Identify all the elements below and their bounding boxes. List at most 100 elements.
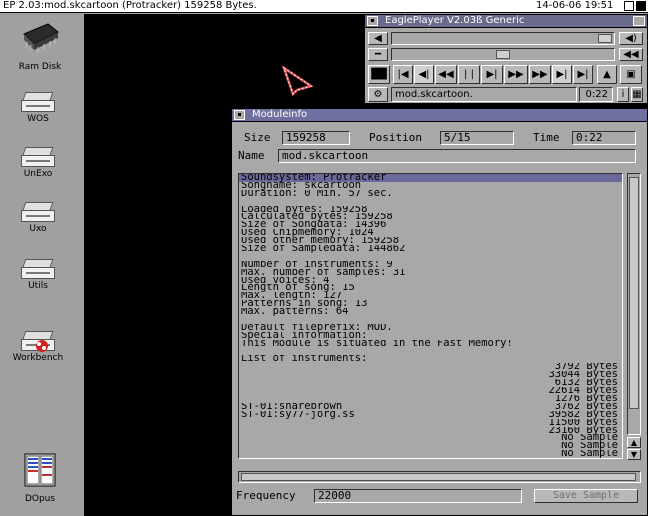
info-line-text: ST-01:sy77-jorg.ss (241, 410, 355, 419)
prefs-button[interactable]: ██ (368, 65, 390, 84)
desktop-icon-label: DOpus (24, 494, 56, 504)
disk-icon (21, 202, 55, 222)
frequency-label: Frequency (236, 489, 296, 502)
info-line-value: 39582 Bytes (548, 410, 618, 419)
info-line: Used Chipmemory: 1024 (239, 229, 622, 237)
info-line-text: Default fileprefix: MOD. (241, 323, 393, 332)
info-line-text: Songname: skcartoon (241, 181, 362, 190)
depth-gadget-icon[interactable] (633, 16, 645, 26)
info-line-text: Max. patterns: 64 (241, 308, 349, 317)
info-line-value: 23160 Bytes (548, 426, 618, 435)
screen-depth-front-icon[interactable] (636, 1, 646, 11)
speaker-icon[interactable]: ◀◀ (619, 48, 643, 61)
disk-icon (21, 147, 55, 167)
mouse-pointer-icon (281, 66, 314, 96)
desktop-icon-label: UnExo (23, 169, 53, 179)
info-line-text: Number of instruments: 9 (241, 260, 393, 269)
info-line: Used voices: 4 (239, 277, 622, 285)
position-slider-knob[interactable] (496, 50, 510, 59)
scroll-down-button[interactable]: ▼ (627, 449, 641, 460)
info-line: Max. number of samples: 31 (239, 269, 622, 277)
rewind-button[interactable]: ◀◀ (435, 65, 457, 84)
desktop-icon-ram-disk[interactable]: Ram Disk (5, 22, 75, 72)
info-line: Loaded bytes: 159258 (239, 206, 622, 214)
first-pattern-button[interactable]: ◀| (414, 65, 434, 84)
next-pattern-button[interactable]: ▶▶ (529, 65, 551, 84)
time-display: 0:22 (579, 87, 613, 102)
time-field: 0:22 (572, 131, 636, 145)
desktop-icon-workbench[interactable]: Workbench (3, 331, 73, 363)
window-title-bar[interactable]: EaglePlayer V2.03ß Generic (365, 15, 647, 28)
info-line: 6132 Bytes (239, 379, 622, 387)
prev-module-button[interactable]: |◀ (393, 65, 413, 84)
info-button[interactable]: i (617, 87, 629, 102)
screen-title-bar: EP 2.03:mod.skcartoon (Protracker) 15925… (0, 0, 648, 13)
size-label: Size (244, 131, 271, 144)
module-info-text[interactable]: Soundsystem: Protracker Songname: skcarto… (238, 173, 623, 459)
save-sample-button[interactable]: Save Sample (534, 489, 638, 503)
pause-button[interactable]: | | (458, 65, 480, 84)
info-line: 33044 Bytes (239, 371, 622, 379)
desktop-icon-dopus[interactable]: DOpus (5, 452, 75, 504)
fast-forward-button[interactable]: ▶▶ (504, 65, 528, 84)
desktop-icon-label: Ram Disk (18, 62, 62, 72)
info-line: Size of Songdata: 14396 (239, 221, 622, 229)
vertical-scrollbar[interactable] (627, 173, 641, 435)
moduleinfo-window: Moduleinfo Size 159258 Position 5/15 Tim… (231, 108, 648, 516)
next-module-button[interactable]: ▶| (552, 65, 572, 84)
info-line: List of instruments: (239, 355, 622, 363)
position-back-button[interactable]: ━ (368, 48, 388, 61)
info-line: 1276 Bytes (239, 395, 622, 403)
horizontal-scroll-knob[interactable] (241, 473, 636, 481)
info-line-text: ST-01:snarebrown (241, 402, 343, 411)
info-line: ST-01:snarebrown 3762 Bytes (239, 403, 622, 411)
close-gadget-icon[interactable] (367, 16, 378, 26)
window-title-bar[interactable]: Moduleinfo (232, 109, 647, 122)
info-line: 11500 Bytes (239, 419, 622, 427)
eject-button[interactable]: ▲ (597, 65, 617, 84)
frequency-field[interactable]: 22000 (314, 489, 522, 503)
position-label: Position (369, 131, 422, 144)
volume-slider[interactable] (391, 32, 615, 45)
position-slider[interactable] (391, 48, 615, 61)
info-line: 23160 Bytes (239, 427, 622, 435)
info-line: No Sample (239, 450, 622, 458)
info-line: No Sample (239, 434, 622, 442)
info-line: Number of instruments: 9 (239, 261, 622, 269)
scroll-up-button[interactable]: ▲ (627, 437, 641, 448)
desktop-icon-unexo[interactable]: UnExo (3, 147, 73, 179)
vertical-scroll-knob[interactable] (629, 177, 639, 409)
volume-icon[interactable]: ◀) (619, 32, 643, 45)
info-line-text: Size of Sampledata: 144862 (241, 245, 406, 253)
volume-down-button[interactable]: ◀ (368, 32, 388, 45)
info-line-text: Max. length: 127 (241, 292, 343, 301)
close-gadget-icon[interactable] (234, 110, 245, 120)
disk-icon (21, 259, 55, 279)
info-line-text: Duration: 0 Min. 57 sec. (241, 189, 393, 198)
info-line-text: List of instruments: (241, 355, 368, 364)
save-icon[interactable]: ▣ (620, 65, 642, 84)
info-line-text: Special information: (241, 331, 368, 340)
info-line: 22614 Bytes (239, 387, 622, 395)
info-line: This Module is situated in the Fast Memo… (239, 340, 622, 348)
info-line-value: 33044 Bytes (548, 371, 618, 380)
disk-icon (21, 92, 55, 112)
desktop-icon-utils[interactable]: Utils (3, 259, 73, 291)
desktop-icon-uxo[interactable]: Uxo (3, 202, 73, 234)
volume-slider-knob[interactable] (598, 34, 612, 43)
desktop-icon-wos[interactable]: WOS (3, 92, 73, 124)
loader-icon[interactable]: ⚙ (368, 87, 388, 102)
info-line (239, 316, 622, 324)
ram-disk-icon (23, 23, 59, 53)
stop-button[interactable]: ▶| (573, 65, 593, 84)
desktop-icon-label: Workbench (12, 353, 64, 363)
screen-depth-back-icon[interactable] (624, 1, 634, 11)
name-label: Name (238, 149, 265, 162)
list-button[interactable]: ▦ (631, 87, 643, 102)
info-line-text: Max. number of samples: 31 (241, 268, 406, 277)
eagleplayer-window: EaglePlayer V2.03ß Generic ◀ ◀) ━ ◀◀ ██ … (364, 14, 648, 104)
horizontal-scrollbar[interactable] (238, 471, 641, 483)
info-line-value: 6132 Bytes (554, 379, 618, 388)
info-line: Max. length: 127 (239, 292, 622, 300)
play-button[interactable]: ▶| (481, 65, 503, 84)
